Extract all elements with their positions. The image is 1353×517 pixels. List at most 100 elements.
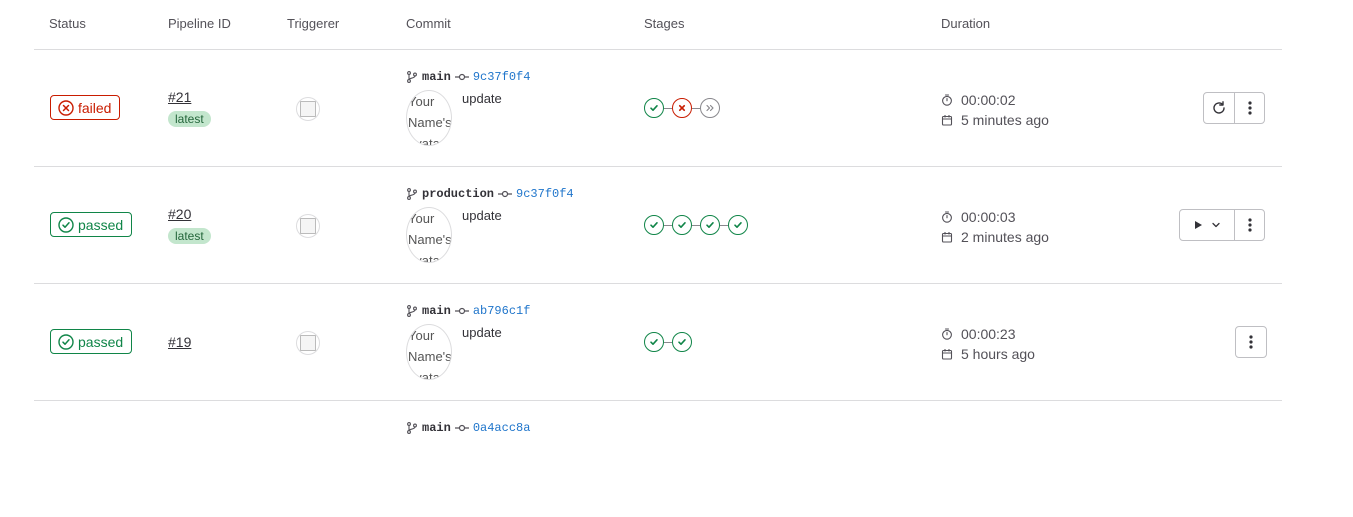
status-label: failed: [78, 99, 112, 116]
pipeline-stages: [644, 215, 748, 235]
triggerer-avatar[interactable]: [296, 331, 320, 355]
duration-value: 00:00:03: [961, 209, 1016, 225]
pipeline-id-link[interactable]: #20: [168, 206, 191, 222]
calendar-icon: [941, 349, 953, 360]
duration-info: 00:00:02 5 minutes ago: [941, 90, 1049, 130]
header-pipeline-id: Pipeline ID: [168, 16, 231, 31]
timer-icon: [942, 211, 952, 223]
duration-info: 00:00:03 2 minutes ago: [941, 207, 1049, 247]
status-label: passed: [78, 333, 124, 350]
stage-success-icon[interactable]: [644, 98, 664, 118]
commit-ref: main ab796c1f: [406, 304, 530, 318]
pipeline-stages: [644, 98, 720, 118]
more-actions-icon: [1247, 101, 1252, 115]
stage-connector: [664, 341, 672, 343]
more-actions-icon: [1247, 218, 1252, 232]
stage-success-icon[interactable]: [700, 215, 720, 235]
stage-success-icon[interactable]: [644, 215, 664, 235]
retry-button[interactable]: [1204, 93, 1234, 123]
header-duration: Duration: [941, 16, 991, 31]
table-row: failed #21 latest main 9c37f0f4 Your Nam…: [34, 50, 1282, 167]
stage-connector: [664, 224, 672, 226]
commit-ref: main 9c37f0f4: [406, 70, 530, 84]
header-status: Status: [49, 16, 86, 31]
status-label: passed: [78, 216, 124, 233]
status-badge[interactable]: passed: [50, 329, 133, 354]
duration-value: 00:00:23: [961, 326, 1016, 342]
timer-icon: [942, 94, 952, 106]
calendar-icon: [941, 115, 953, 126]
table-row: main 0a4acc8a: [34, 401, 1282, 517]
commit-message-link[interactable]: update: [462, 91, 502, 106]
play-icon: [1195, 221, 1202, 229]
latest-badge: latest: [168, 111, 211, 127]
header-stages: Stages: [644, 16, 685, 31]
commit-ref: main 0a4acc8a: [406, 421, 530, 435]
latest-badge: latest: [168, 228, 211, 244]
branch-name-link[interactable]: production: [422, 187, 494, 201]
commit-author-avatar[interactable]: Your Name's avatar: [406, 324, 452, 380]
branch-icon: [407, 71, 417, 83]
more-actions-button[interactable]: [1234, 210, 1264, 240]
commit-message-link[interactable]: update: [462, 208, 502, 223]
stage-success-icon[interactable]: [672, 215, 692, 235]
table-header: Status Pipeline ID Triggerer Commit Stag…: [34, 0, 1282, 50]
commit-icon: [454, 307, 469, 315]
more-actions-button[interactable]: [1236, 327, 1266, 357]
passed-status-icon: [58, 216, 74, 233]
commit-author-avatar[interactable]: Your Name's avatar: [406, 207, 452, 263]
failed-status-icon: [58, 99, 74, 116]
triggerer-avatar[interactable]: [296, 214, 320, 238]
commit-icon: [454, 73, 469, 81]
commit-author-avatar[interactable]: Your Name's avatar: [406, 90, 452, 146]
pipelines-table: Status Pipeline ID Triggerer Commit Stag…: [34, 0, 1282, 517]
retry-icon: [1213, 101, 1225, 114]
commit-sha-link[interactable]: 9c37f0f4: [516, 187, 574, 201]
commit-icon: [454, 424, 469, 432]
commit-sha-link[interactable]: 9c37f0f4: [473, 70, 531, 84]
play-dropdown-button[interactable]: [1180, 210, 1234, 240]
table-row: passed #20 latest production 9c37f0f4 Yo…: [34, 167, 1282, 284]
table-row: passed #19 main ab796c1f Your Name's ava…: [34, 284, 1282, 401]
pipeline-id-link[interactable]: #21: [168, 89, 191, 105]
pipeline-stages: [644, 332, 692, 352]
commit-icon: [498, 190, 513, 198]
calendar-icon: [941, 232, 953, 243]
stage-connector: [720, 224, 728, 226]
duration-info: 00:00:23 5 hours ago: [941, 324, 1035, 364]
row-actions: [1203, 92, 1265, 124]
duration-value: 00:00:02: [961, 92, 1016, 108]
header-triggerer: Triggerer: [287, 16, 340, 31]
commit-ref: production 9c37f0f4: [406, 187, 574, 201]
commit-message-link[interactable]: update: [462, 325, 502, 340]
finished-time: 2 minutes ago: [961, 229, 1049, 245]
branch-icon: [407, 188, 417, 200]
branch-icon: [407, 422, 417, 434]
more-actions-icon: [1249, 335, 1253, 349]
stage-connector: [664, 107, 672, 109]
stage-connector: [692, 224, 700, 226]
stage-success-icon[interactable]: [644, 332, 664, 352]
stage-success-icon[interactable]: [728, 215, 748, 235]
commit-sha-link[interactable]: 0a4acc8a: [473, 421, 531, 435]
more-actions-button[interactable]: [1234, 93, 1264, 123]
finished-time: 5 minutes ago: [961, 112, 1049, 128]
status-badge[interactable]: failed: [50, 95, 121, 120]
commit-sha-link[interactable]: ab796c1f: [473, 304, 531, 318]
chevron-down-icon: [1212, 222, 1220, 228]
status-badge[interactable]: passed: [50, 212, 133, 237]
stage-failed-icon[interactable]: [672, 98, 692, 118]
stage-skipped-icon[interactable]: [700, 98, 720, 118]
branch-name-link[interactable]: main: [422, 304, 451, 318]
branch-icon: [407, 305, 417, 317]
pipeline-id-link[interactable]: #19: [168, 334, 191, 350]
branch-name-link[interactable]: main: [422, 421, 451, 435]
finished-time: 5 hours ago: [961, 346, 1035, 362]
stage-connector: [692, 107, 700, 109]
row-actions: [1235, 326, 1267, 358]
row-actions: [1179, 209, 1265, 241]
timer-icon: [942, 328, 952, 340]
triggerer-avatar[interactable]: [296, 97, 320, 121]
stage-success-icon[interactable]: [672, 332, 692, 352]
branch-name-link[interactable]: main: [422, 70, 451, 84]
